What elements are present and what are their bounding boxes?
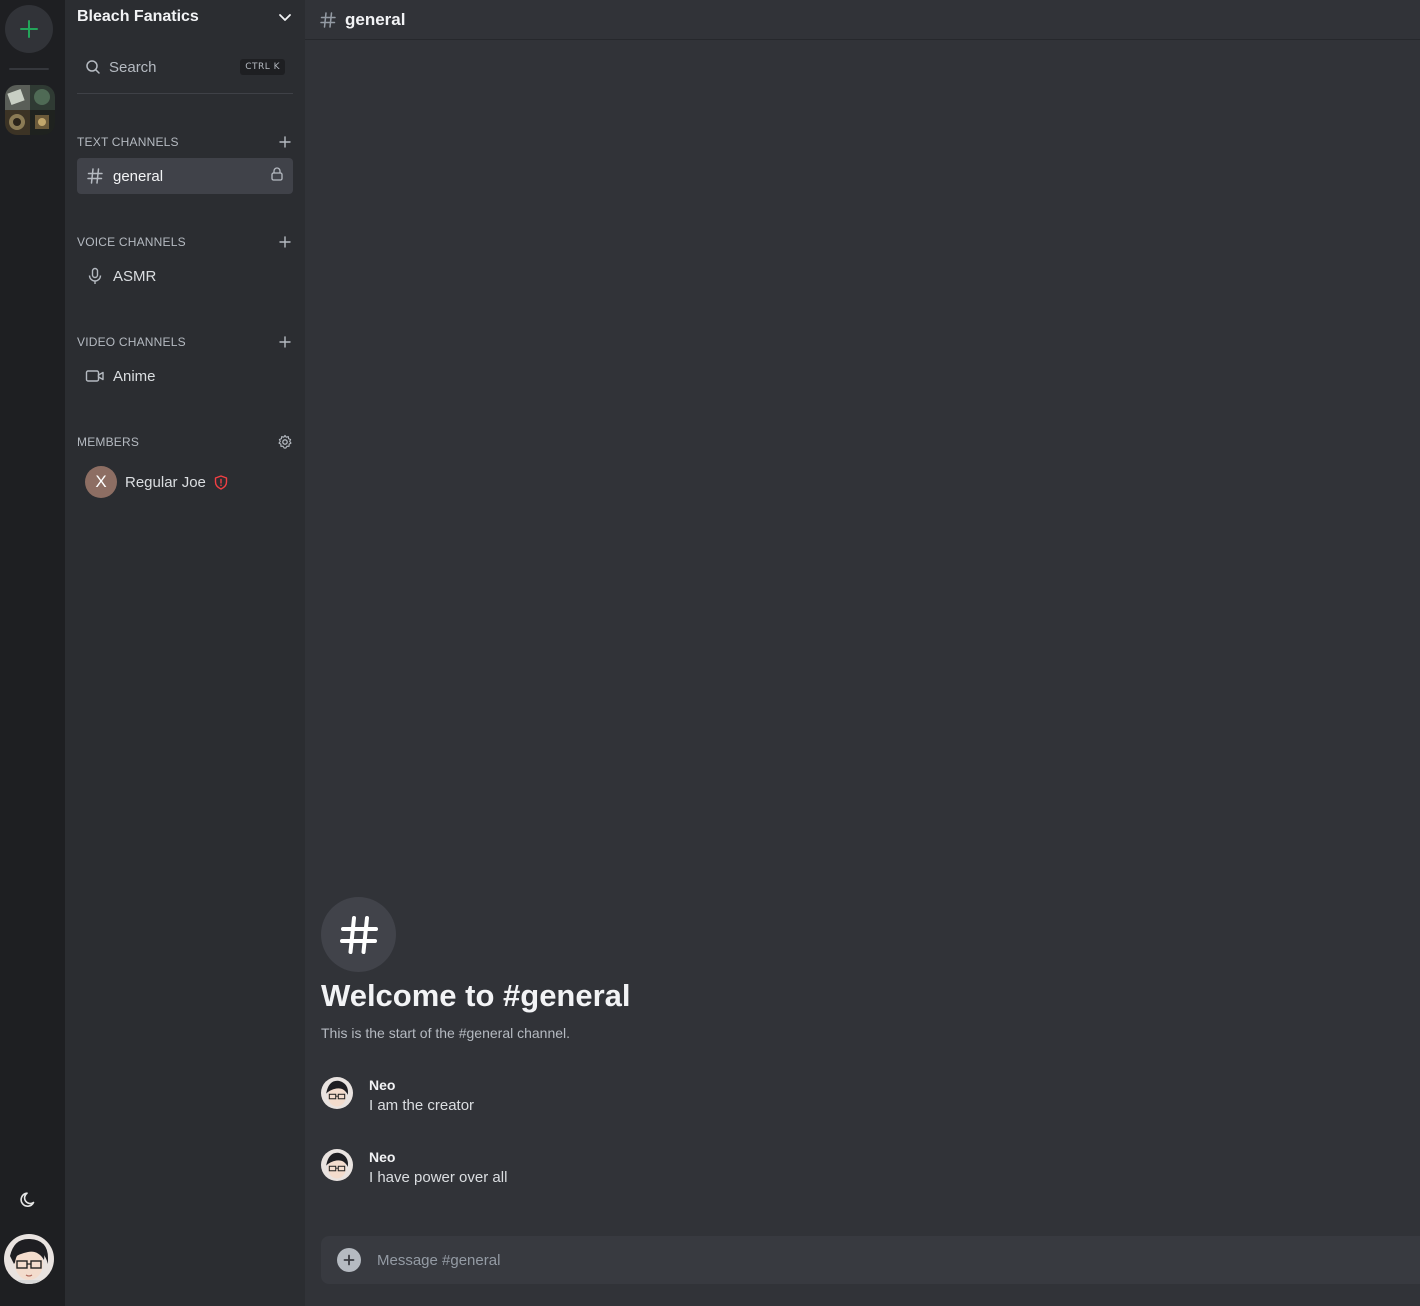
member-name: Regular Joe: [125, 473, 206, 491]
channel-sidebar: Bleach Fanatics Search CTRL K TEXT CHANN…: [65, 0, 305, 1306]
add-server-button[interactable]: [5, 5, 53, 53]
search-label: Search: [109, 58, 157, 76]
message-composer: [321, 1236, 1420, 1284]
channel-general[interactable]: general: [77, 158, 293, 194]
message-avatar[interactable]: [321, 1077, 353, 1109]
video-channels-header: VIDEO CHANNELS: [77, 332, 293, 352]
channel-anime[interactable]: Anime: [77, 358, 293, 394]
server-rail: [0, 0, 65, 1306]
members-settings-button[interactable]: [277, 434, 293, 450]
sidebar-divider: [77, 93, 293, 94]
message-input[interactable]: [377, 1236, 1420, 1284]
theme-toggle-button[interactable]: [17, 1188, 41, 1212]
server-icon-bleach-fanatics[interactable]: [5, 85, 55, 135]
voice-channels-header: VOICE CHANNELS: [77, 232, 293, 252]
channel-topbar: general: [305, 0, 1420, 40]
hash-icon: [85, 166, 105, 186]
microphone-icon: [85, 266, 105, 286]
message-content: I have power over all: [369, 1169, 508, 1186]
search-shortcut: CTRL K: [240, 59, 285, 75]
moon-icon: [20, 1192, 35, 1207]
chevron-down-icon: [279, 14, 291, 21]
hash-icon: [320, 11, 336, 28]
message-item: Neo I am the creator: [321, 1077, 921, 1125]
message-content: I am the creator: [369, 1097, 475, 1114]
rail-divider: [9, 68, 49, 70]
lock-icon: [269, 166, 285, 187]
voice-channels-title: VOICE CHANNELS: [77, 235, 186, 249]
channel-asmr[interactable]: ASMR: [77, 258, 293, 294]
search-button[interactable]: Search CTRL K: [77, 50, 293, 84]
plus-icon: [279, 136, 291, 148]
anime-avatar-image: [321, 1077, 353, 1109]
chat-main: general Welcome to #general This is the …: [305, 0, 1420, 1306]
message-author[interactable]: Neo: [369, 1149, 395, 1165]
search-icon: [86, 60, 100, 74]
channel-title: general: [345, 9, 406, 29]
text-channels-header: TEXT CHANNELS: [77, 132, 293, 152]
gear-icon: [278, 434, 292, 449]
video-camera-icon: [85, 366, 105, 386]
member-avatar: X: [85, 466, 117, 498]
server-collage-image: [5, 85, 55, 135]
add-video-channel-button[interactable]: [277, 334, 293, 350]
add-voice-channel-button[interactable]: [277, 234, 293, 250]
member-item[interactable]: X Regular Joe: [85, 466, 285, 498]
user-avatar[interactable]: [4, 1234, 54, 1284]
message-avatar[interactable]: [321, 1149, 353, 1181]
add-text-channel-button[interactable]: [277, 134, 293, 150]
members-title: MEMBERS: [77, 435, 140, 449]
server-name: Bleach Fanatics: [77, 8, 199, 25]
anime-avatar-image: [321, 1149, 353, 1181]
channel-label: general: [113, 167, 164, 185]
plus-icon: [20, 20, 38, 38]
text-channels-title: TEXT CHANNELS: [77, 135, 179, 149]
video-channels-title: VIDEO CHANNELS: [77, 335, 186, 349]
channel-label: Anime: [113, 367, 156, 385]
message-item: Neo I have power over all: [321, 1149, 921, 1197]
plus-icon: [279, 236, 291, 248]
server-header[interactable]: Bleach Fanatics: [65, 0, 305, 34]
shield-icon: [214, 474, 228, 490]
welcome-hash-icon: [321, 897, 396, 972]
plus-icon: [343, 1254, 355, 1266]
attach-button[interactable]: [337, 1248, 361, 1272]
members-header: MEMBERS: [77, 432, 293, 452]
channel-label: ASMR: [113, 267, 157, 285]
plus-icon: [279, 336, 291, 348]
welcome-title: Welcome to #general: [321, 978, 631, 1013]
welcome-subtitle: This is the start of the #general channe…: [321, 1025, 571, 1041]
anime-avatar-image: [4, 1234, 54, 1284]
hash-icon: [339, 915, 378, 954]
message-author[interactable]: Neo: [369, 1077, 395, 1093]
